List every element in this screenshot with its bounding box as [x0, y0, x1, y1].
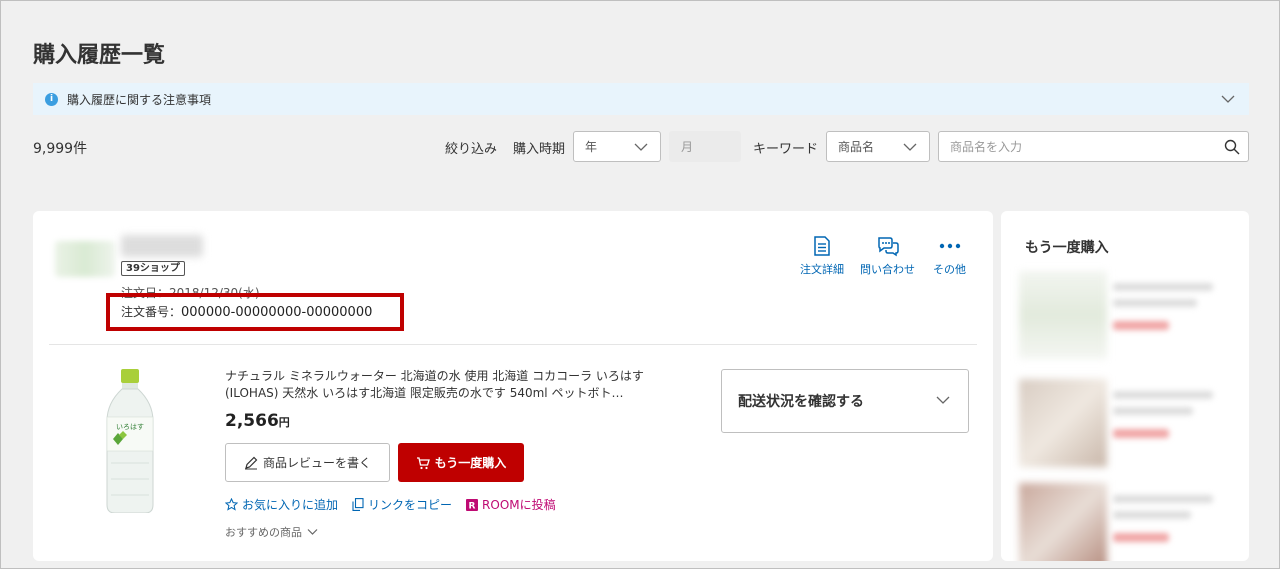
cart-icon — [416, 456, 430, 469]
delivery-status-button[interactable]: 配送状況を確認する — [721, 369, 969, 433]
svg-text:R: R — [469, 501, 476, 511]
chevron-down-icon — [307, 529, 318, 535]
copy-icon — [352, 498, 364, 511]
rebuy-item-blurred[interactable] — [1019, 483, 1229, 561]
year-select[interactable]: 年 — [573, 131, 661, 162]
chevron-down-icon — [936, 396, 950, 404]
period-label: 購入時期 — [513, 142, 566, 157]
order-number: 注文番号：000000-00000000-00000000 — [121, 305, 373, 320]
chevron-down-icon — [903, 143, 917, 151]
sidebar-title: もう一度購入 — [1025, 240, 1109, 256]
inquiry-button[interactable]: 問い合わせ — [860, 235, 915, 277]
more-icon — [939, 243, 960, 249]
document-icon — [814, 236, 830, 256]
product-image[interactable]: いろはす — [105, 369, 155, 513]
chevron-down-icon — [634, 143, 648, 151]
product-title[interactable]: ナチュラル ミネラルウォーター 北海道の水 使用 北海道 コカコーラ いろはす(… — [225, 368, 675, 402]
page-title: 購入履歴一覧 — [33, 43, 166, 68]
product-links: お気に入りに追加 リンクをコピー R ROOMに投稿 — [225, 496, 556, 513]
shop-name-blurred — [121, 235, 203, 257]
recommend-toggle[interactable]: おすすめの商品 — [225, 524, 318, 540]
more-options-button[interactable]: その他 — [933, 235, 966, 277]
product-label-text: いろはす — [116, 423, 144, 431]
chevron-down-icon[interactable] — [1221, 92, 1235, 106]
shop-badge: 39ショップ — [121, 261, 185, 276]
filter-label: 絞り込み — [445, 142, 498, 157]
notice-text: 購入履歴に関する注意事項 — [67, 92, 212, 107]
keyword-label: キーワード — [753, 142, 819, 157]
post-room-link[interactable]: R ROOMに投稿 — [466, 496, 556, 513]
write-review-button[interactable]: 商品レビューを書く — [225, 443, 390, 482]
add-favorite-link[interactable]: お気に入りに追加 — [225, 496, 338, 513]
search-icon[interactable] — [1224, 139, 1240, 155]
room-icon: R — [466, 498, 479, 511]
rebuy-item-blurred[interactable] — [1019, 271, 1229, 359]
info-icon: i — [45, 92, 58, 106]
notice-banner[interactable]: i 購入履歴に関する注意事項 — [33, 83, 1249, 115]
pencil-icon — [244, 456, 258, 469]
search-input[interactable]: 商品名を入力 — [938, 131, 1249, 162]
product-price: 2,566円 — [225, 411, 290, 431]
rebuy-item-blurred[interactable] — [1019, 379, 1229, 467]
copy-link[interactable]: リンクをコピー — [352, 496, 452, 513]
order-detail-button[interactable]: 注文詳細 — [800, 235, 844, 277]
rebuy-sidebar: もう一度購入 — [1001, 211, 1249, 561]
chat-icon — [877, 237, 899, 257]
rebuy-button[interactable]: もう一度購入 — [398, 443, 524, 482]
keyword-type-select[interactable]: 商品名 — [826, 131, 930, 162]
divider — [49, 344, 977, 345]
star-icon — [225, 498, 238, 511]
result-count: 9,999件 — [33, 141, 88, 157]
shop-logo — [55, 241, 115, 277]
month-select[interactable]: 月 — [669, 131, 741, 162]
order-card: 39ショップ 注文日：2018/12/30(水) 注文番号：000000-000… — [33, 211, 993, 561]
